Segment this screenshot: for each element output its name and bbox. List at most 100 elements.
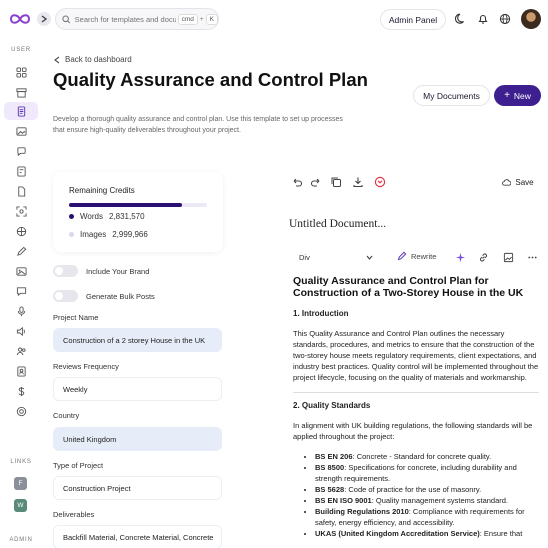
include-brand-label: Include Your Brand (86, 266, 150, 276)
sidebar-item-dashboard[interactable] (11, 63, 31, 81)
include-brand-toggle[interactable] (53, 265, 78, 277)
back-to-dashboard-link[interactable]: Back to dashboard (54, 55, 132, 64)
sidebar-item-notes[interactable] (11, 162, 31, 180)
sidebar-toggle-button[interactable] (37, 12, 51, 26)
copy-icon[interactable] (330, 176, 342, 188)
deliverables-field[interactable]: Backfill Material, Concrete Material, Co… (53, 525, 222, 548)
link-icon[interactable] (478, 252, 489, 263)
sidebar-heading-links: LINKS (10, 459, 32, 465)
search-input[interactable] (74, 14, 176, 24)
cloud-icon (502, 178, 512, 186)
bulk-posts-toggle[interactable] (53, 290, 78, 302)
new-label: New (513, 90, 531, 101)
sidebar-item-billing[interactable] (11, 382, 31, 400)
sidebar-item-chat[interactable] (11, 142, 31, 160)
globe-icon[interactable] (499, 13, 511, 25)
standard-code: Building Regulations 2010 (315, 507, 409, 516)
logo-icon[interactable] (9, 12, 31, 26)
pen-icon (16, 246, 26, 256)
search-bar[interactable]: cmd + K (55, 8, 219, 30)
save-label: Save (515, 177, 534, 187)
shortcut-plus: + (199, 15, 204, 23)
rewrite-button[interactable]: Rewrite (397, 251, 436, 261)
frequency-field[interactable]: Weekly (53, 377, 222, 401)
more-icon[interactable] (527, 252, 538, 263)
globe-small-icon (16, 226, 26, 236)
new-button[interactable]: + New (494, 85, 541, 106)
microphone-icon (17, 305, 25, 316)
sidebar-item-voice[interactable] (11, 302, 31, 320)
undo-icon[interactable] (291, 176, 303, 188)
sidebar-item-write[interactable] (11, 242, 31, 260)
standard-code: BS EN 206 (315, 452, 353, 461)
sidebar-item-images[interactable] (11, 122, 31, 140)
list-item: BS EN 206: Concrete - Standard for concr… (315, 451, 539, 462)
archive-icon (15, 87, 27, 98)
standard-desc: : Code of practice for the use of masonr… (344, 485, 482, 494)
user-avatar[interactable] (521, 9, 541, 29)
back-label: Back to dashboard (65, 55, 132, 64)
words-value: 2,831,570 (108, 212, 145, 221)
standard-desc: : Concrete - Standard for concrete quali… (352, 452, 492, 461)
sidebar-item-documents[interactable] (4, 102, 38, 120)
sidebar-heading-user: USER (11, 47, 31, 53)
document-body[interactable]: Quality Assurance and Control Plan for C… (293, 275, 539, 539)
link-badge-w[interactable]: W (14, 499, 27, 512)
country-label: Country (53, 411, 80, 420)
credits-words-row: Words 2,831,570 (69, 212, 145, 221)
sidebar-item-contacts[interactable] (11, 362, 31, 380)
redo-icon[interactable] (310, 176, 322, 188)
my-documents-button[interactable]: My Documents (413, 85, 490, 106)
sidebar-item-support[interactable] (11, 402, 31, 420)
file-icon (17, 185, 25, 197)
sidebar: USER LINKS F W ADMIN (0, 40, 42, 548)
bell-icon[interactable] (477, 13, 489, 25)
sidebar-heading-admin: ADMIN (9, 537, 33, 543)
save-button[interactable]: Save (496, 172, 540, 192)
type-field[interactable]: Construction Project (53, 476, 222, 500)
include-brand-row: Include Your Brand (53, 265, 149, 277)
admin-panel-button[interactable]: Admin Panel (380, 9, 446, 30)
users-icon (16, 347, 26, 355)
moon-icon[interactable] (455, 13, 467, 25)
project-name-field[interactable]: Construction of a 2 storey House in the … (53, 328, 222, 352)
top-bar: cmd + K Admin Panel (0, 0, 548, 40)
sidebar-item-messages[interactable] (11, 282, 31, 300)
download-icon[interactable] (352, 176, 364, 188)
pen-tool-icon (397, 251, 407, 261)
list-item: Building Regulations 2010: Compliance wi… (315, 506, 539, 528)
deliverables-label: Deliverables (53, 510, 95, 519)
dollar-icon (18, 386, 24, 396)
project-name-label: Project Name (53, 313, 99, 322)
chevron-right-icon (41, 15, 47, 23)
bulk-posts-row: Generate Bulk Posts (53, 290, 155, 302)
standard-code: BS EN ISO 9001 (315, 496, 372, 505)
block-type-select[interactable]: Div (289, 248, 381, 266)
sidebar-item-archive[interactable] (11, 83, 31, 101)
document-title[interactable]: Untitled Document... (289, 218, 386, 230)
type-label: Type of Project (53, 461, 104, 470)
plus-icon: + (504, 90, 510, 101)
sidebar-item-audio[interactable] (11, 322, 31, 340)
standards-list: BS EN 206: Concrete - Standard for concr… (315, 451, 539, 539)
grid-icon (15, 66, 27, 78)
document-heading: Quality Assurance and Control Plan for C… (293, 275, 524, 299)
sidebar-item-team[interactable] (11, 342, 31, 360)
link-badge-f[interactable]: F (14, 477, 27, 490)
sparkle-icon[interactable] (455, 252, 466, 263)
country-field[interactable]: United Kingdom (53, 427, 222, 451)
standard-code: UKAS (United Kingdom Accreditation Servi… (315, 529, 480, 538)
sidebar-item-pdf[interactable] (11, 182, 31, 200)
sidebar-item-scan[interactable] (11, 202, 31, 220)
chat-icon (16, 146, 26, 156)
delete-icon[interactable] (374, 176, 386, 188)
scan-icon (15, 205, 27, 217)
shortcut-key: K (205, 13, 218, 25)
credits-images-row: Images 2,999,966 (69, 230, 148, 239)
section-divider (293, 392, 539, 393)
section-2-body: In alignment with UK building regulation… (293, 421, 533, 441)
sidebar-item-gallery[interactable] (11, 262, 31, 280)
sidebar-item-web[interactable] (11, 222, 31, 240)
insert-image-icon[interactable] (503, 252, 514, 263)
chevron-left-icon (54, 56, 60, 63)
